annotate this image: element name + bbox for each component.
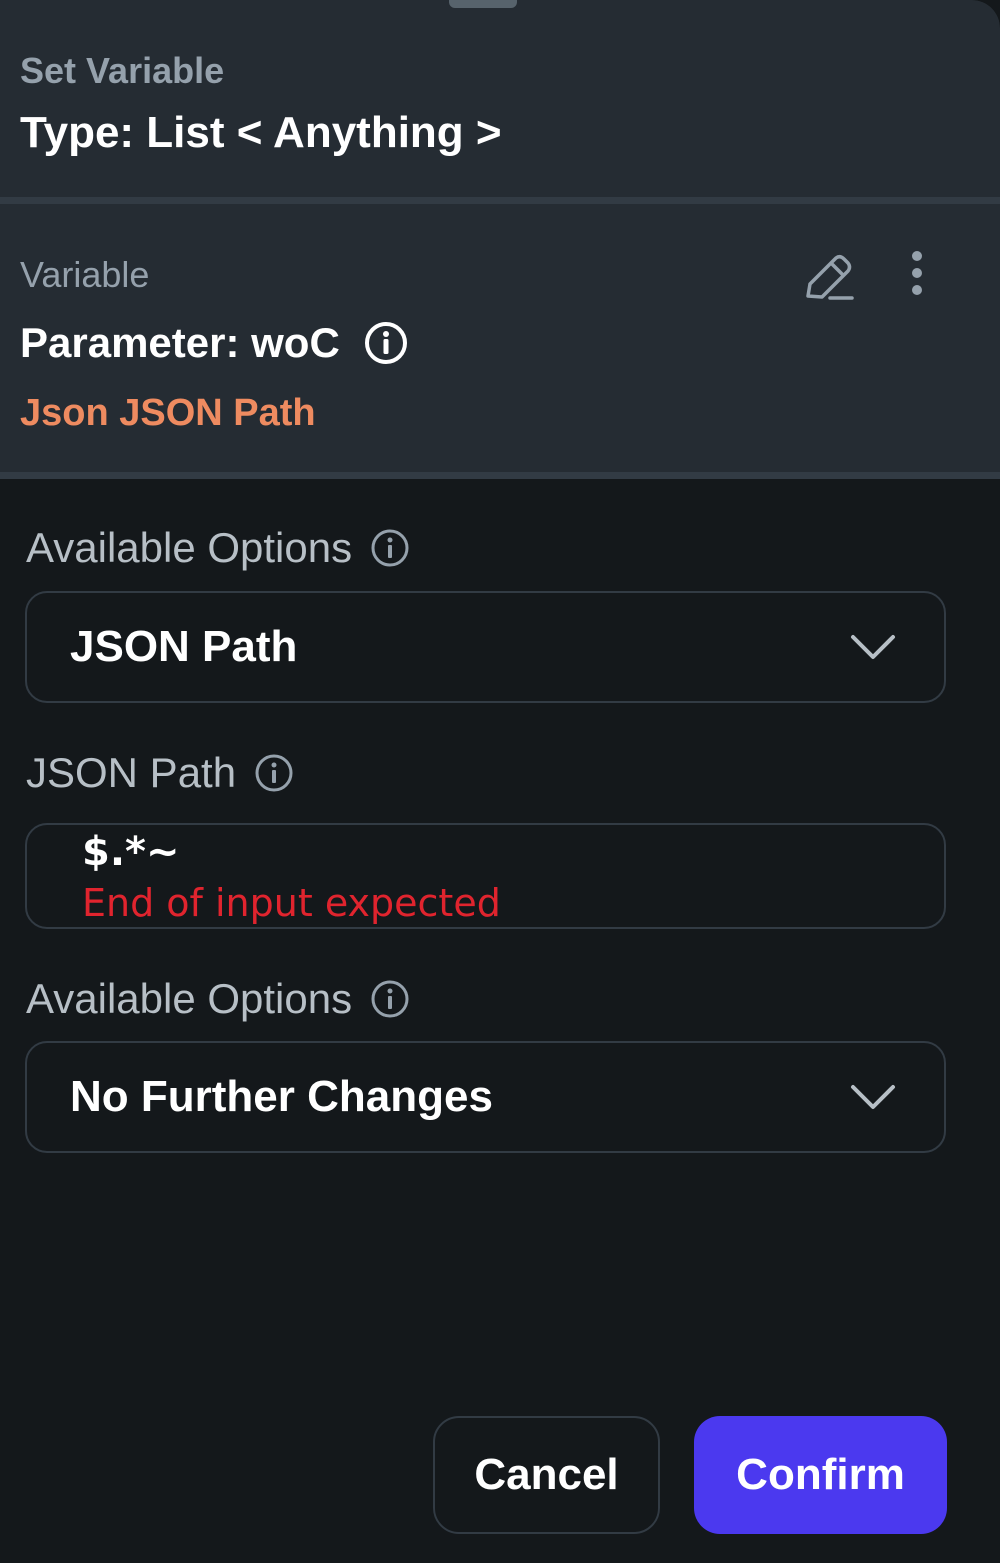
info-icon[interactable] <box>370 979 410 1019</box>
further-options-dropdown[interactable]: No Further Changes <box>25 1041 946 1153</box>
variable-path-summary: Json JSON Path <box>20 392 316 434</box>
further-options-label-text: Available Options <box>26 975 353 1022</box>
drag-handle[interactable] <box>449 0 517 8</box>
header: Set Variable Type: List < Anything > <box>0 0 1000 197</box>
chevron-down-icon <box>851 1085 895 1109</box>
divider <box>0 472 1000 479</box>
variable-label: Variable <box>20 254 150 295</box>
cancel-button[interactable]: Cancel <box>433 1416 660 1534</box>
json-path-label: JSON Path <box>26 749 294 797</box>
json-path-input[interactable]: $.*~ End of input expected <box>25 823 946 929</box>
variable-parameter-row: Parameter: woC <box>20 319 408 367</box>
json-path-label-text: JSON Path <box>26 749 237 796</box>
more-vertical-icon[interactable] <box>900 250 934 296</box>
source-options-dropdown[interactable]: JSON Path <box>25 591 946 703</box>
confirm-button[interactable]: Confirm <box>694 1416 947 1534</box>
info-icon[interactable] <box>364 321 408 365</box>
header-title: Type: List < Anything > <box>20 108 502 157</box>
source-options-label-text: Available Options <box>26 524 353 571</box>
json-path-value[interactable]: $.*~ <box>82 829 179 875</box>
source-options-value: JSON Path <box>70 622 298 671</box>
pencil-icon[interactable] <box>800 252 856 304</box>
further-options-label: Available Options <box>26 975 410 1023</box>
divider <box>0 197 1000 204</box>
chevron-down-icon <box>851 635 895 659</box>
json-path-error: End of input expected <box>82 881 501 925</box>
info-icon[interactable] <box>254 753 294 793</box>
variable-parameter: Parameter: woC <box>20 319 340 366</box>
header-subtitle: Set Variable <box>20 50 225 91</box>
source-options-label: Available Options <box>26 524 410 572</box>
set-variable-panel: Set Variable Type: List < Anything > Var… <box>0 0 1000 1563</box>
variable-card[interactable]: Variable Parameter: woC Json JSON Path <box>0 204 1000 472</box>
info-icon[interactable] <box>370 528 410 568</box>
further-options-value: No Further Changes <box>70 1072 493 1121</box>
